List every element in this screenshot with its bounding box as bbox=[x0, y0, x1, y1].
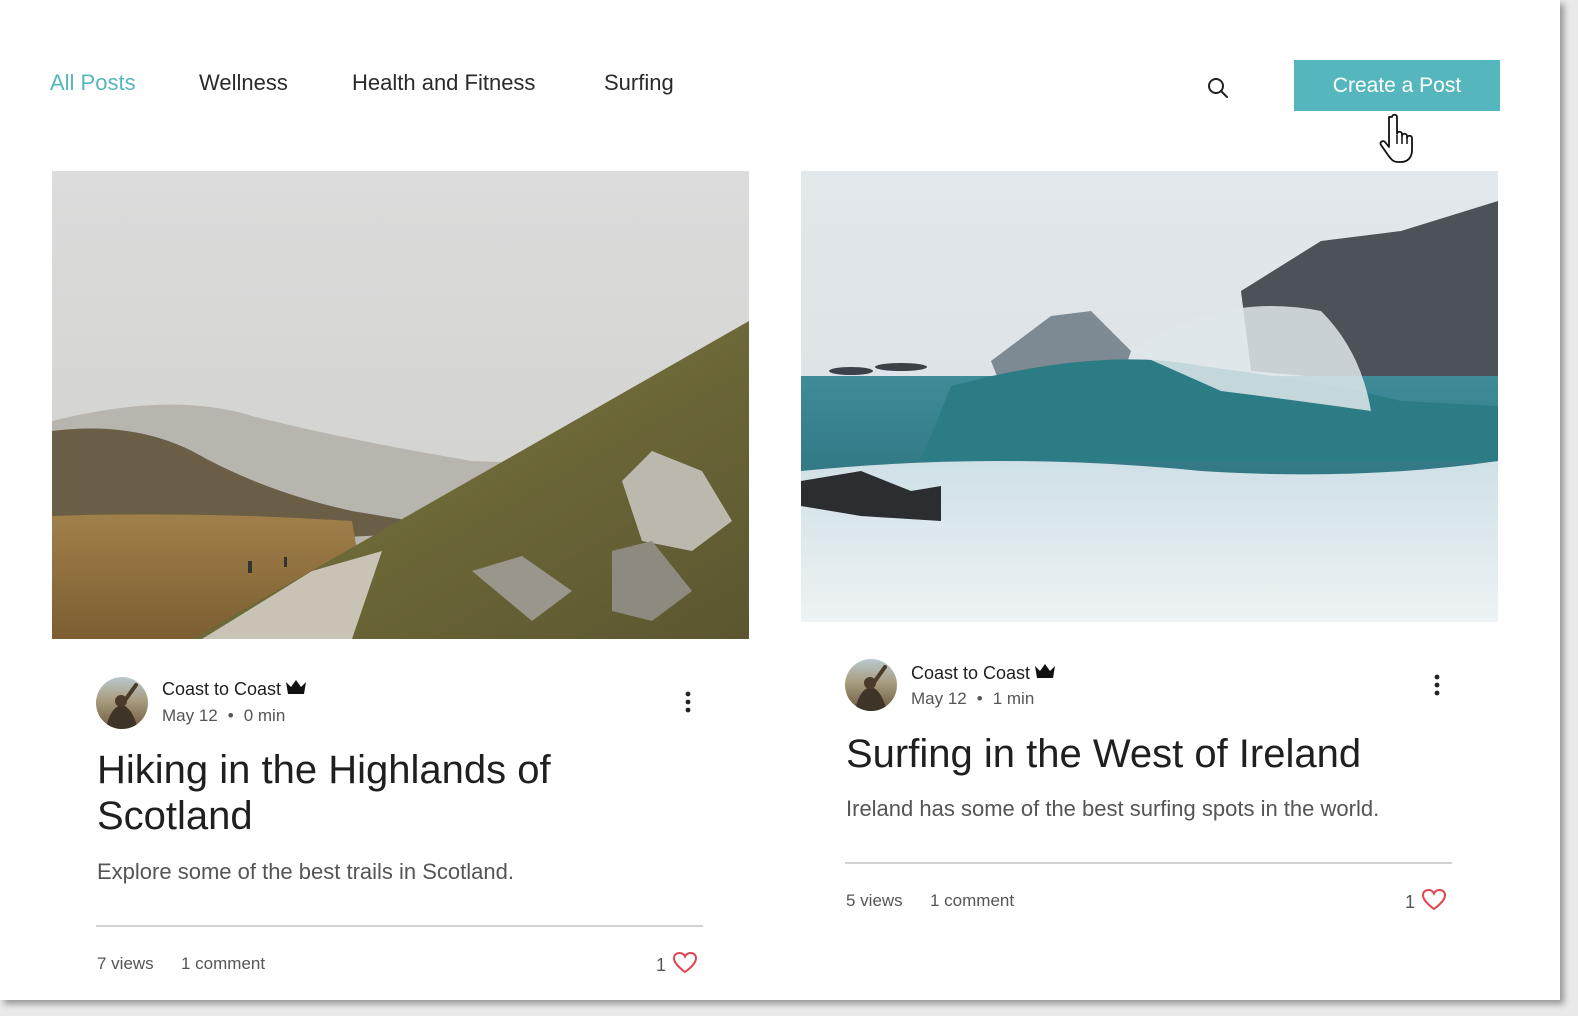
post-title[interactable]: Surfing in the West of Ireland bbox=[846, 731, 1476, 777]
post-card[interactable]: Coast to Coast May 12 • 1 min Surfing in t… bbox=[801, 171, 1498, 931]
heart-icon bbox=[1421, 888, 1447, 917]
like-count: 1 bbox=[656, 955, 667, 975]
post-date: May 12 bbox=[911, 689, 967, 708]
post-excerpt: Explore some of the best trails in Scotl… bbox=[97, 859, 514, 884]
post-cover-image-hiking[interactable] bbox=[52, 171, 749, 639]
like-count: 1 bbox=[1405, 892, 1416, 912]
post-title-line: Surfing in the West of Ireland bbox=[846, 732, 1362, 776]
more-options-icon[interactable] bbox=[676, 687, 700, 717]
more-options-icon[interactable] bbox=[1425, 670, 1449, 700]
post-title[interactable]: Hiking in the Highlands of Scotland bbox=[97, 747, 717, 839]
hand-pointer-icon bbox=[1378, 113, 1422, 165]
post-meta: May 12 • 1 min bbox=[911, 689, 1034, 709]
post-excerpt: Ireland has some of the best surfing spo… bbox=[846, 796, 1380, 821]
author-avatar[interactable] bbox=[96, 677, 148, 729]
post-date: May 12 bbox=[162, 706, 218, 725]
card-divider bbox=[845, 862, 1452, 864]
crown-icon bbox=[1034, 663, 1056, 684]
meta-separator: • bbox=[227, 706, 234, 725]
comment-count[interactable]: 1 comment bbox=[930, 891, 1014, 911]
create-post-button[interactable]: Create a Post bbox=[1294, 60, 1500, 111]
like-button[interactable]: 1 bbox=[1405, 888, 1447, 917]
read-time: 0 min bbox=[243, 706, 286, 725]
nav-item-surfing[interactable]: Surfing bbox=[604, 70, 674, 96]
nav-item-health-and-fitness[interactable]: Health and Fitness bbox=[352, 70, 535, 96]
card-divider bbox=[96, 925, 703, 927]
search-icon[interactable] bbox=[1204, 74, 1232, 102]
comment-count[interactable]: 1 comment bbox=[181, 954, 265, 974]
post-meta: May 12 • 0 min bbox=[162, 706, 285, 726]
blog-page: All Posts Wellness Health and Fitness Su… bbox=[0, 0, 1560, 1000]
read-time: 1 min bbox=[992, 689, 1035, 708]
view-count: 7 views bbox=[97, 954, 154, 973]
author-name[interactable]: Coast to Coast bbox=[911, 663, 1056, 684]
nav-item-wellness[interactable]: Wellness bbox=[199, 70, 288, 96]
like-button[interactable]: 1 bbox=[656, 951, 698, 980]
author-name-text: Coast to Coast bbox=[162, 679, 282, 699]
author-name-text: Coast to Coast bbox=[911, 663, 1031, 683]
post-cover-image-surfing[interactable] bbox=[801, 171, 1498, 622]
nav-item-all-posts[interactable]: All Posts bbox=[50, 70, 136, 96]
heart-icon bbox=[672, 951, 698, 980]
crown-icon bbox=[285, 679, 307, 700]
post-title-line: Scotland bbox=[97, 794, 253, 838]
post-card[interactable]: Coast to Coast May 12 • 0 min Hiking in th… bbox=[52, 171, 749, 991]
post-title-line: Hiking in the Highlands of bbox=[97, 748, 551, 792]
author-name[interactable]: Coast to Coast bbox=[162, 679, 307, 700]
author-avatar[interactable] bbox=[845, 659, 897, 711]
view-count: 5 views bbox=[846, 891, 903, 910]
meta-separator: • bbox=[976, 689, 983, 708]
